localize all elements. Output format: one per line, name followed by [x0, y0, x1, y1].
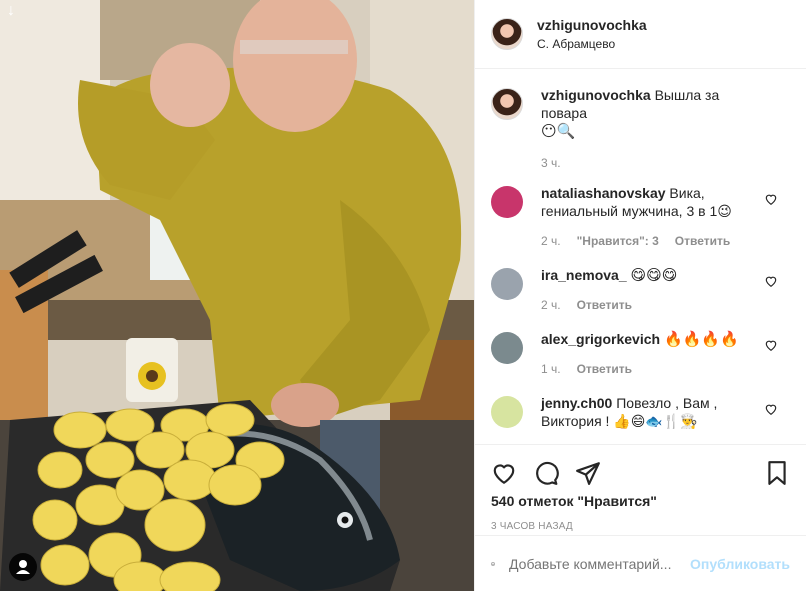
- reply-button[interactable]: Ответить: [577, 360, 632, 378]
- caption-row: vzhigunovochka Вышла за повара 😶🔍 3 ч.: [491, 86, 790, 172]
- comment-username[interactable]: nataliashanovskay: [541, 185, 666, 201]
- share-send-icon[interactable]: [575, 460, 601, 486]
- comment-likes-count[interactable]: "Нравится": 3: [577, 232, 659, 250]
- caption-avatar[interactable]: [491, 88, 523, 120]
- author-username[interactable]: vzhigunovochka: [537, 17, 647, 33]
- post-photo-illustration: [0, 0, 474, 591]
- like-comment-heart-icon[interactable]: [764, 274, 778, 288]
- reply-button[interactable]: Ответить: [577, 296, 632, 314]
- comment-avatar[interactable]: [491, 268, 523, 300]
- like-heart-icon[interactable]: [491, 460, 517, 486]
- post-header: vzhigunovochka С. Абрамцево: [475, 0, 806, 69]
- person-icon: [16, 560, 30, 574]
- like-comment-heart-icon[interactable]: [764, 192, 778, 206]
- comment-text: 😋😋😋: [630, 266, 678, 284]
- emoji-smile-icon[interactable]: [491, 551, 495, 577]
- caption-time[interactable]: 3 ч.: [541, 154, 561, 172]
- comments-list[interactable]: vzhigunovochka Вышла за повара 😶🔍 3 ч. n…: [475, 70, 806, 444]
- comment-row: nataliashanovskay Вика, гениальный мужчи…: [491, 184, 790, 250]
- post-location[interactable]: С. Абрамцево: [537, 37, 647, 51]
- comment-text: 🔥🔥🔥🔥: [663, 330, 739, 348]
- reply-button[interactable]: Ответить: [675, 232, 730, 250]
- comment-time[interactable]: 2 ч.: [541, 232, 561, 250]
- caption-emoji: 😶🔍: [541, 122, 576, 140]
- comment-username[interactable]: alex_grigorkevich: [541, 331, 660, 347]
- comment-bubble-icon[interactable]: [533, 460, 559, 486]
- post-photo[interactable]: ↓: [0, 0, 474, 591]
- comment-avatar[interactable]: [491, 396, 523, 428]
- like-comment-heart-icon[interactable]: [764, 338, 778, 352]
- comment-avatar[interactable]: [491, 332, 523, 364]
- post-side-panel: vzhigunovochka С. Абрамцево vzhigunovoch…: [474, 0, 806, 591]
- comment-row: alex_grigorkevich 🔥🔥🔥🔥 1 ч. Ответить: [491, 330, 790, 378]
- comment-input[interactable]: [509, 555, 691, 572]
- author-avatar[interactable]: [491, 18, 523, 50]
- bookmark-icon[interactable]: [764, 460, 790, 486]
- comment-avatar[interactable]: [491, 186, 523, 218]
- post-actions: 540 отметок "Нравится" 3 ЧАСОВ НАЗАД: [475, 444, 806, 536]
- comment-time[interactable]: 1 ч.: [541, 360, 561, 378]
- comment-username[interactable]: ira_nemova_: [541, 267, 627, 283]
- comment-row: ira_nemova_ 😋😋😋 2 ч. Ответить: [491, 266, 790, 314]
- tagged-people-button[interactable]: [9, 553, 37, 581]
- post-timestamp[interactable]: 3 ЧАСОВ НАЗАД: [491, 521, 790, 532]
- comment-row: jenny.ch00 Повезло , Вам , Виктория ! 👍😄…: [491, 394, 790, 430]
- download-arrow-icon[interactable]: ↓: [2, 2, 20, 20]
- publish-button[interactable]: Опубликовать: [690, 556, 790, 572]
- caption-username[interactable]: vzhigunovochka: [541, 87, 651, 103]
- comment-composer: Опубликовать: [475, 535, 806, 591]
- comment-username[interactable]: jenny.ch00: [541, 395, 612, 411]
- comment-time[interactable]: 2 ч.: [541, 296, 561, 314]
- like-comment-heart-icon[interactable]: [764, 402, 778, 416]
- likes-count[interactable]: 540 отметок "Нравится": [491, 493, 790, 509]
